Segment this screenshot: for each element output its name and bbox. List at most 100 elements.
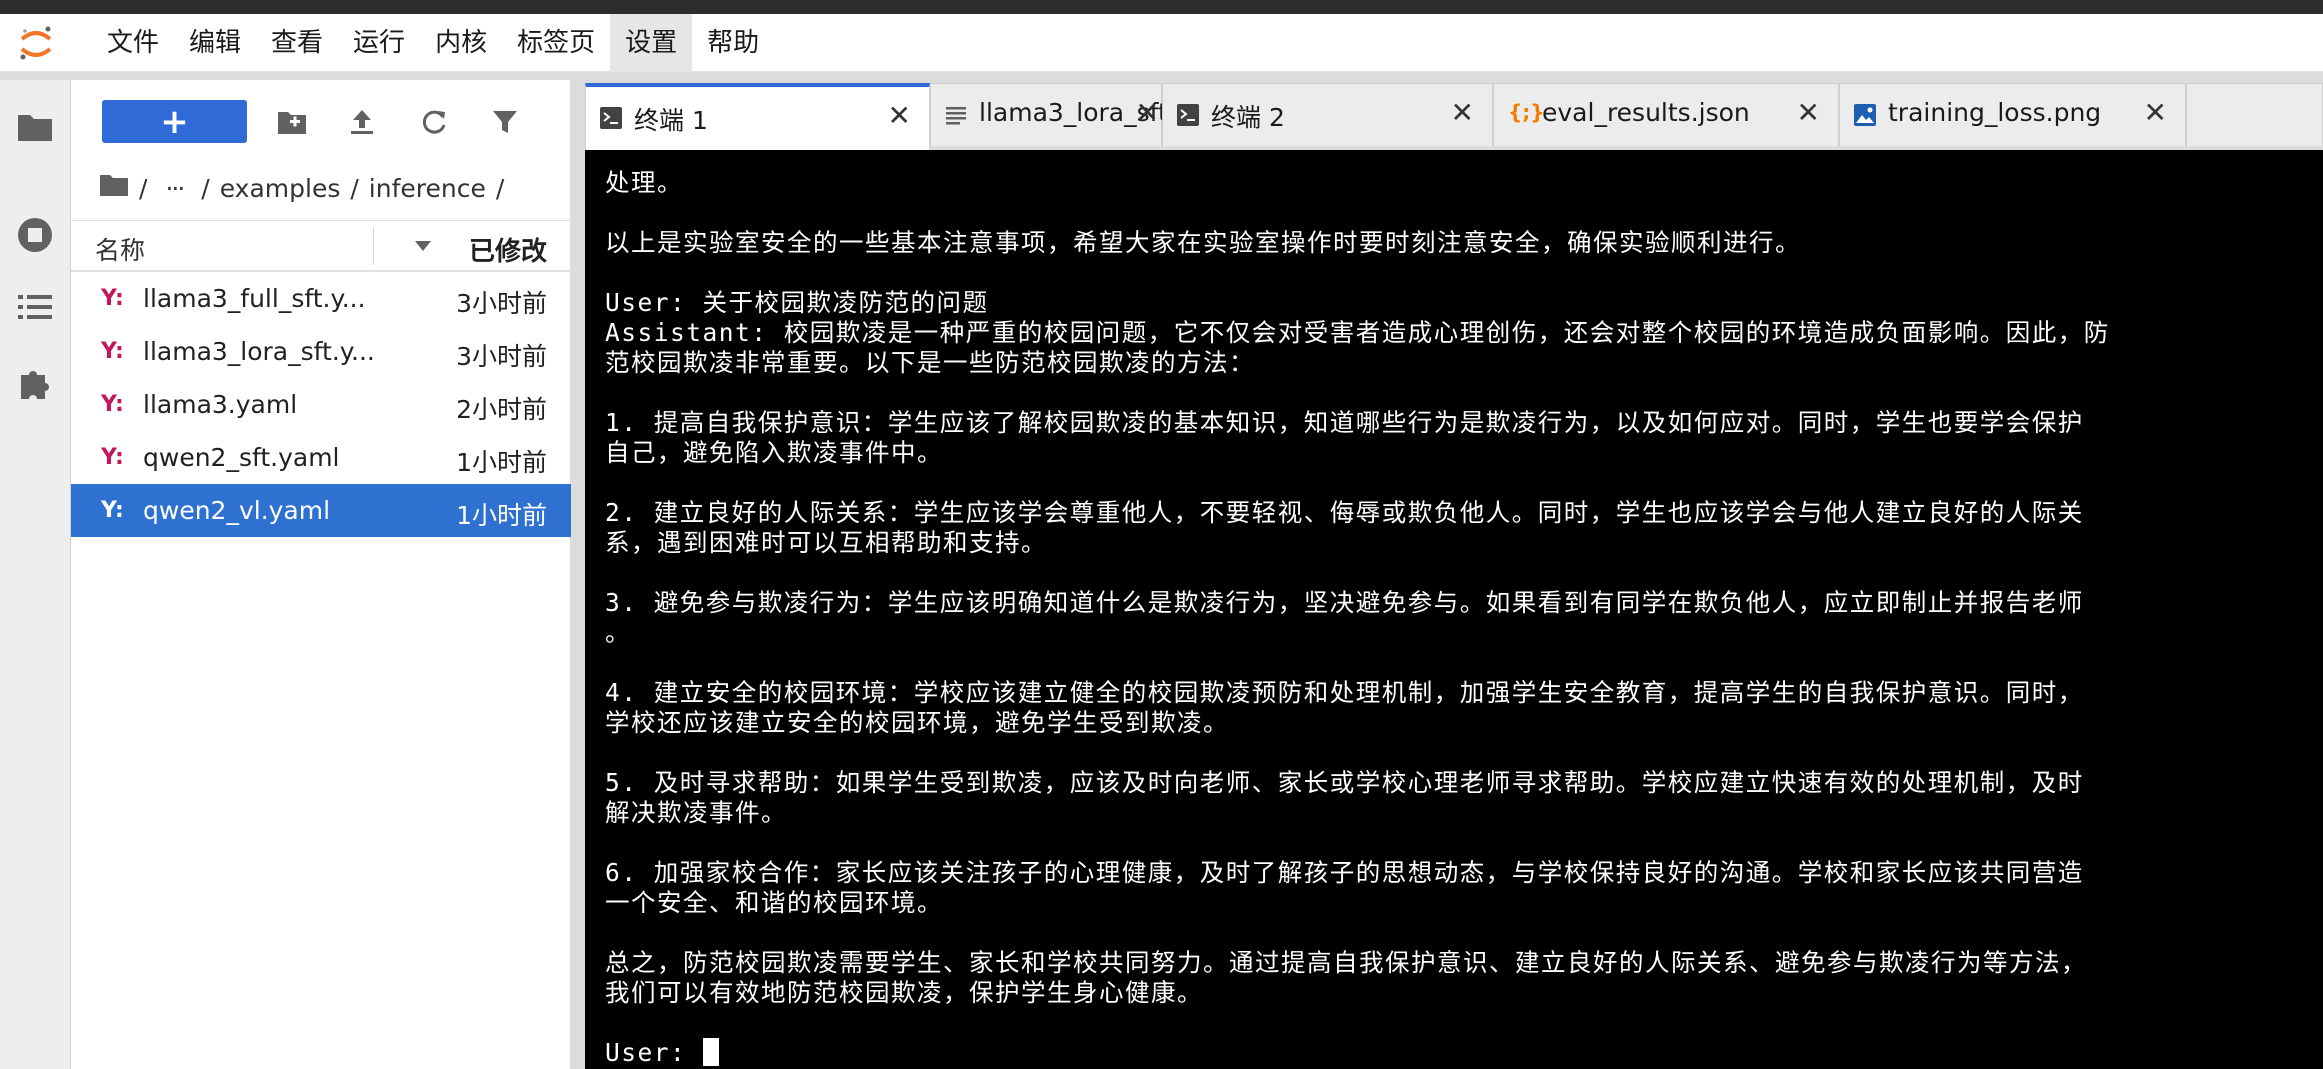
upload-icon[interactable] [342, 102, 382, 142]
terminal-line: 处理。 [605, 168, 683, 197]
menu-edit[interactable]: 编辑 [174, 14, 256, 72]
menu-view[interactable]: 查看 [256, 14, 338, 72]
tab-label: eval_results.json [1542, 98, 1750, 127]
terminal-line: 5. 及时寻求帮助：如果学生受到欺凌，应该及时向老师、家长或学校心理老师寻求帮助… [605, 768, 2084, 797]
terminal-line: Assistant: 校园欺凌是一种严重的校园问题，它不仅会对受害者造成心理创伤… [605, 318, 2110, 347]
breadcrumb-separator: / [139, 173, 148, 203]
yaml-file-icon: Y: [101, 392, 124, 417]
plus-icon: + [160, 101, 189, 142]
terminal-line: 6. 加强家校合作：家长应该关注孩子的心理健康，及时了解孩子的思想动态，与学校保… [605, 858, 2084, 887]
tab-terminal-2[interactable]: 终端 2 ✕ [1162, 83, 1493, 146]
tab-eval-results-json[interactable]: {;} eval_results.json ✕ [1493, 83, 1839, 146]
file-modified: 3小时前 [456, 289, 547, 318]
close-icon[interactable]: ✕ [1451, 96, 1474, 129]
tab-overflow[interactable] [2186, 83, 2323, 146]
terminal-line: 2. 建立良好的人际关系：学生应该学会尊重他人，不要轻视、侮辱或欺负他人。同时，… [605, 498, 2084, 527]
file-modified: 2小时前 [456, 395, 547, 424]
file-row[interactable]: Y: llama3_lora_sft.y... 3小时前 [71, 325, 571, 378]
window-top-strip [0, 0, 2323, 14]
text-file-icon [945, 104, 967, 126]
terminal-prompt: User: [605, 1038, 703, 1067]
close-icon[interactable]: ✕ [1797, 96, 1820, 129]
refresh-icon[interactable] [414, 102, 454, 142]
file-browser-panel: + / ··· / examples / inference / 名称 已修改 … [70, 80, 571, 1069]
tab-label: 终端 2 [1211, 103, 1285, 132]
terminal-line: 学校还应该建立安全的校园环境，避免学生受到欺凌。 [605, 708, 1229, 737]
yaml-file-icon: Y: [101, 498, 124, 523]
activity-bar [0, 80, 70, 1069]
tab-terminal-1[interactable]: 终端 1 ✕ [585, 83, 930, 150]
file-modified: 1小时前 [456, 501, 547, 530]
breadcrumb: / ··· / examples / inference / [99, 168, 504, 208]
menu-kernel[interactable]: 内核 [420, 14, 502, 72]
extension-puzzle-icon[interactable] [14, 362, 56, 404]
tab-label: 终端 1 [634, 106, 708, 135]
breadcrumb-separator: / [495, 173, 505, 203]
sort-caret-down-icon[interactable] [414, 237, 432, 256]
terminal-line: 。 [605, 618, 631, 647]
file-row[interactable]: Y: llama3_full_sft.y... 3小时前 [71, 272, 571, 325]
running-stop-icon[interactable] [14, 214, 56, 256]
new-launcher-button[interactable]: + [102, 100, 247, 143]
file-row[interactable]: Y: llama3.yaml 2小时前 [71, 378, 571, 431]
terminal-line: 我们可以有效地防范校园欺凌，保护学生身心健康。 [605, 978, 1203, 1007]
terminal-line: 总之，防范校园欺凌需要学生、家长和学校共同努力。通过提高自我保护意识、建立良好的… [605, 948, 2087, 977]
tab-training-loss-png[interactable]: training_loss.png ✕ [1839, 83, 2186, 146]
tab-bar: 终端 1 ✕ llama3_lora_sft.yaml ✕ 终端 2 ✕ {;}… [585, 80, 2323, 150]
yaml-file-icon: Y: [101, 286, 124, 311]
menu-file[interactable]: 文件 [92, 14, 174, 72]
terminal-cursor [702, 1038, 719, 1066]
terminal-line: 系，遇到困难时可以互相帮助和支持。 [605, 528, 1047, 557]
file-browser-toolbar: + [71, 80, 571, 160]
terminal-line: 4. 建立安全的校园环境：学校应该建立健全的校园欺凌预防和处理机制，加强学生安全… [605, 678, 2084, 707]
yaml-file-icon: Y: [101, 339, 124, 364]
close-icon[interactable]: ✕ [2144, 96, 2167, 129]
column-resize-handle[interactable] [373, 227, 374, 265]
terminal-icon [1177, 104, 1199, 126]
menu-settings[interactable]: 设置 [610, 13, 693, 72]
file-modified: 3小时前 [456, 342, 547, 371]
terminal-line: 解决欺凌事件。 [605, 798, 787, 827]
breadcrumb-separator: / [350, 173, 359, 203]
terminal-line: 范校园欺凌非常重要。以下是一些防范校园欺凌的方法： [605, 348, 1255, 377]
terminal-lines: 处理。以上是实验室安全的一些基本注意事项，希望大家在实验室操作时要时刻注意安全，… [605, 168, 2303, 1038]
new-folder-icon[interactable] [272, 102, 312, 142]
terminal-line: 自己，避免陷入欺凌事件中。 [605, 438, 943, 467]
breadcrumb-ellipsis[interactable]: ··· [165, 174, 185, 203]
filter-icon[interactable] [485, 102, 525, 142]
breadcrumb-examples[interactable]: examples [220, 174, 341, 203]
menu-bar: 文件 编辑 查看 运行 内核 标签页 设置 帮助 [0, 13, 2323, 72]
tab-llama3-lora-sft-yaml[interactable]: llama3_lora_sft.yaml ✕ [930, 83, 1237, 146]
file-row[interactable]: Y: qwen2_sft.yaml 1小时前 [71, 431, 571, 484]
breadcrumb-inference[interactable]: inference [369, 174, 486, 203]
home-folder-icon[interactable] [99, 173, 129, 203]
menu-help[interactable]: 帮助 [692, 14, 774, 72]
close-icon[interactable]: ✕ [888, 99, 911, 132]
close-icon[interactable]: ✕ [1136, 96, 1159, 129]
file-name: qwen2_sft.yaml [143, 443, 340, 472]
jupyter-logo-icon [18, 25, 54, 61]
file-name: llama3_full_sft.y... [143, 284, 366, 313]
terminal-line: 一个安全、和谐的校园环境。 [605, 888, 943, 917]
tab-label: training_loss.png [1888, 98, 2102, 127]
table-of-contents-icon[interactable] [14, 286, 56, 328]
folder-icon[interactable] [14, 106, 56, 148]
menu-tabs[interactable]: 标签页 [502, 14, 610, 72]
column-header-name[interactable]: 名称 [95, 231, 145, 267]
menu-run[interactable]: 运行 [338, 14, 420, 72]
terminal-line: User: 关于校园欺凌防范的问题 [605, 288, 989, 317]
terminal-line: 以上是实验室安全的一些基本注意事项，希望大家在实验室操作时要时刻注意安全，确保实… [605, 228, 1801, 257]
terminal-output[interactable]: 处理。以上是实验室安全的一些基本注意事项，希望大家在实验室操作时要时刻注意安全，… [585, 150, 2323, 1069]
column-header-modified[interactable]: 已修改 [469, 231, 547, 268]
json-icon: {;} [1508, 100, 1545, 124]
terminal-line: 3. 避免参与欺凌行为：学生应该明确知道什么是欺凌行为，坚决避免参与。如果看到有… [605, 588, 2084, 617]
file-list-header: 名称 已修改 [71, 220, 571, 272]
file-row-selected[interactable]: Y: qwen2_vl.yaml 1小时前 [71, 484, 571, 537]
